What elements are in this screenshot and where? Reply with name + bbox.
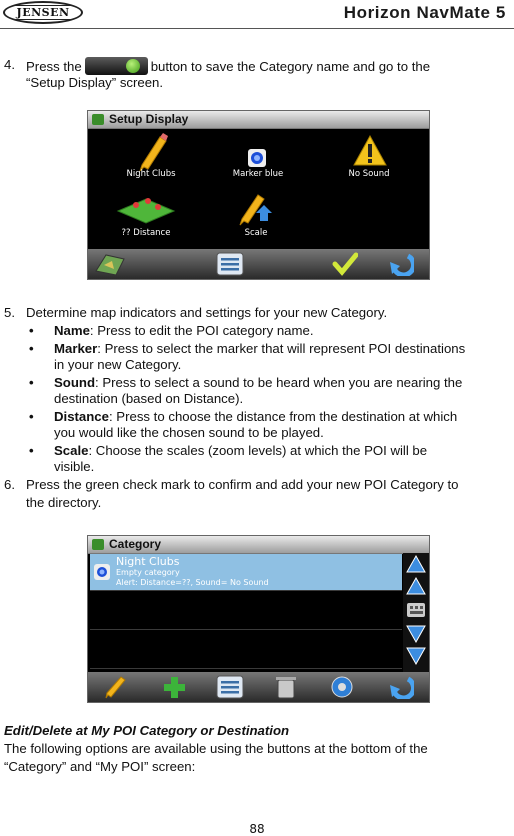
settings-icon[interactable] bbox=[330, 675, 354, 699]
step-4-line2: “Setup Display” screen. bbox=[26, 75, 164, 90]
setup-display-title: Setup Display bbox=[109, 112, 189, 126]
category-item-night-clubs[interactable]: Night Clubs Empty category Alert: Distan… bbox=[90, 554, 402, 591]
bullet-distance-line2: you would like the chosen sound to be pl… bbox=[54, 425, 324, 440]
pencil-icon[interactable] bbox=[104, 675, 128, 699]
bullet-distance: Distance: Press to choose the distance f… bbox=[54, 409, 510, 425]
category-titlebar: Category bbox=[88, 536, 429, 554]
back-icon[interactable] bbox=[388, 252, 414, 276]
bullet-marker: • bbox=[29, 409, 34, 424]
category-title: Category bbox=[109, 537, 162, 551]
list-icon[interactable] bbox=[216, 252, 244, 276]
bullet-name: Name: Press to edit the POI category nam… bbox=[54, 323, 510, 339]
setup-display-bottom-bar bbox=[88, 249, 429, 279]
icon-label-distance: ?? Distance bbox=[121, 228, 171, 238]
term-scale: Scale bbox=[54, 443, 89, 458]
step-4-text: Press the button to save the Category nam… bbox=[26, 57, 510, 75]
step-6-line2: the directory. bbox=[26, 495, 102, 510]
up-arrow-icon[interactable] bbox=[406, 555, 426, 573]
bullet-marker: • bbox=[29, 375, 34, 390]
icon-label-night-clubs: Night Clubs bbox=[126, 169, 176, 179]
term-marker: Marker bbox=[54, 341, 98, 356]
list-item[interactable] bbox=[90, 591, 402, 630]
icon-label-marker-blue: Marker blue bbox=[232, 169, 284, 179]
bullet-marker-item: Marker: Press to select the marker that … bbox=[54, 341, 510, 357]
bullet-sound: Sound: Press to select a sound to be hea… bbox=[54, 375, 510, 391]
scale-icon bbox=[239, 194, 272, 226]
category-bottom-bar bbox=[88, 672, 429, 702]
step-6-text: Press the green check mark to confirm an… bbox=[26, 477, 459, 492]
item-alert: Alert: Distance=??, Sound= No Sound bbox=[116, 578, 269, 587]
icon-label-scale: Scale bbox=[244, 228, 268, 238]
marker-icon bbox=[94, 564, 110, 580]
bullet-marker-line2: in your new Category. bbox=[54, 357, 182, 372]
folder-icon bbox=[92, 114, 104, 125]
logo-text: JENSEN bbox=[14, 5, 72, 20]
warning-icon bbox=[353, 135, 387, 166]
bullet-sound-text: : Press to select a sound to be heard wh… bbox=[95, 375, 463, 390]
bullet-marker: • bbox=[29, 323, 34, 338]
term-name: Name bbox=[54, 323, 90, 338]
step-6-number: 6. bbox=[4, 477, 15, 492]
trash-icon[interactable] bbox=[274, 674, 298, 700]
plus-icon[interactable] bbox=[162, 675, 186, 699]
page-number: 88 bbox=[249, 822, 265, 836]
bullet-scale-text: : Choose the scales (zoom levels) at whi… bbox=[88, 443, 428, 458]
term-distance: Distance bbox=[54, 409, 109, 424]
step-5-number: 5. bbox=[4, 305, 15, 320]
up-arrow-icon[interactable] bbox=[406, 577, 426, 595]
item-name: Night Clubs bbox=[116, 555, 180, 568]
pencil-icon bbox=[139, 133, 168, 171]
step-5-text: Determine map indicators and settings fo… bbox=[26, 305, 388, 320]
bullet-marker: • bbox=[29, 341, 34, 356]
map-icon[interactable] bbox=[94, 251, 126, 277]
icon-label-no-sound: No Sound bbox=[348, 169, 390, 179]
category-scroll-sidebar bbox=[403, 553, 429, 672]
jensen-logo: JENSEN bbox=[3, 1, 83, 24]
step-4-before: Press the bbox=[26, 59, 82, 74]
step-4-number: 4. bbox=[4, 57, 15, 72]
bullet-scale-line2: visible. bbox=[54, 459, 95, 474]
section-heading: Edit/Delete at My POI Category or Destin… bbox=[4, 723, 290, 738]
bullet-distance-text: : Press to choose the distance from the … bbox=[108, 409, 458, 424]
bullet-scale: Scale: Choose the scales (zoom levels) a… bbox=[54, 443, 510, 459]
setup-display-screenshot: Setup Display Night Clubs Marker blue No… bbox=[87, 110, 430, 280]
section-line1: The following options are available usin… bbox=[4, 741, 428, 756]
bullet-marker-text: : Press to select the marker that will r… bbox=[97, 341, 466, 356]
down-arrow-icon[interactable] bbox=[406, 625, 426, 643]
back-icon[interactable] bbox=[388, 675, 414, 699]
save-button-image bbox=[84, 57, 148, 75]
item-status: Empty category bbox=[116, 568, 180, 577]
setup-display-titlebar: Setup Display bbox=[88, 111, 429, 129]
step-4-after: button to save the Category name and go … bbox=[150, 59, 431, 74]
bullet-sound-line2: destination (based on Distance). bbox=[54, 391, 244, 406]
folder-icon bbox=[92, 539, 104, 550]
bullet-marker: • bbox=[29, 443, 34, 458]
header-title: Horizon NavMate 5 bbox=[343, 3, 506, 22]
keyboard-icon[interactable] bbox=[406, 601, 426, 619]
bullet-name-text: : Press to edit the POI category name. bbox=[89, 323, 314, 338]
page-header: JENSEN Horizon NavMate 5 bbox=[0, 0, 514, 26]
section-line2: “Category” and “My POI” screen: bbox=[4, 759, 196, 774]
check-icon bbox=[125, 59, 140, 73]
marker-icon bbox=[248, 149, 266, 167]
checkmark-icon[interactable] bbox=[332, 252, 358, 276]
list-icon[interactable] bbox=[216, 675, 244, 699]
header-rule bbox=[0, 28, 514, 29]
list-item[interactable] bbox=[90, 630, 402, 669]
map-distance-icon bbox=[116, 198, 176, 224]
category-screenshot: Category Night Clubs Empty category Aler… bbox=[87, 535, 430, 703]
down-arrow-icon[interactable] bbox=[406, 647, 426, 665]
term-sound: Sound bbox=[54, 375, 96, 390]
